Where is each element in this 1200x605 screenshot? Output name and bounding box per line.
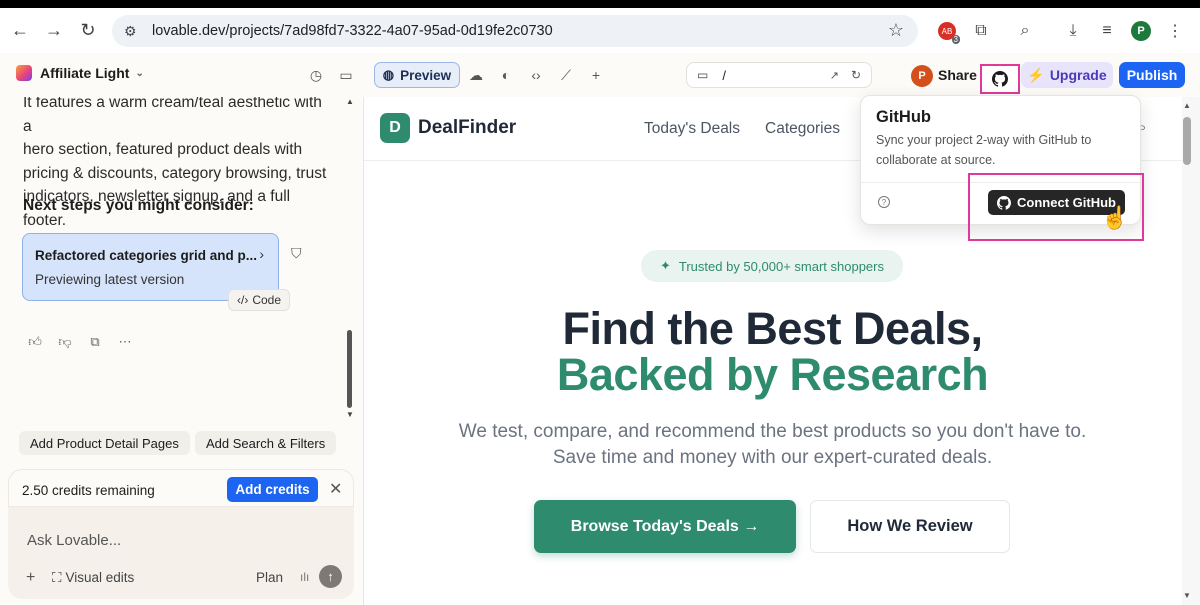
copy-icon[interactable]: ⧉: [87, 334, 103, 350]
bookmark-icon[interactable]: ⛉: [291, 245, 302, 262]
puzzle-extensions-icon[interactable]: ⧉: [964, 16, 998, 46]
suggestion-chip[interactable]: Add Search & Filters: [195, 431, 337, 455]
route-path: /: [722, 67, 726, 83]
preview-scrollbar-track[interactable]: [1182, 97, 1200, 605]
download-icon[interactable]: ⤓: [1056, 16, 1090, 46]
chevron-right-icon: ›: [259, 246, 264, 262]
how-we-review-button[interactable]: How We Review: [810, 500, 1010, 553]
message-actions: 👍︎ 👎︎ ⧉ ⋯: [27, 334, 133, 350]
chat-composer: 2.50 credits remaining Add credits ✕ Ask…: [8, 469, 354, 599]
address-bar[interactable]: ⚙ lovable.dev/projects/7ad98fd7-3322-4a0…: [112, 15, 918, 47]
top-black-strip: [0, 0, 1200, 8]
hand-cursor-icon: ☝: [1101, 205, 1129, 230]
add-credits-button[interactable]: Add credits: [227, 477, 318, 502]
code-icon[interactable]: ‹›: [526, 65, 546, 85]
thumbs-up-icon[interactable]: 👍︎: [27, 334, 43, 350]
scroll-up-arrow[interactable]: ▲: [346, 97, 354, 106]
thumbs-down-icon[interactable]: 👎︎: [57, 334, 73, 350]
url-text: lovable.dev/projects/7ad98fd7-3322-4a07-…: [152, 23, 553, 39]
globe-icon: ◍: [382, 67, 395, 82]
close-icon[interactable]: ✕: [329, 479, 342, 499]
extension-count: 3: [951, 35, 960, 44]
message-line: It features a warm cream/teal aesthetic …: [23, 97, 322, 135]
nav-link-todays-deals[interactable]: Today's Deals: [644, 120, 740, 138]
site-logo-icon[interactable]: D: [380, 113, 410, 143]
plan-button[interactable]: Plan: [256, 570, 283, 585]
collaborator-avatar[interactable]: P: [911, 65, 933, 87]
scroll-down-arrow[interactable]: ▼: [346, 410, 354, 419]
project-switcher[interactable]: Affiliate Light ⌄: [16, 65, 144, 81]
more-options-icon[interactable]: ⋯: [117, 334, 133, 350]
chat-scrollbar[interactable]: [347, 330, 352, 408]
scroll-down-arrow[interactable]: ▼: [1183, 591, 1191, 600]
open-external-icon[interactable]: ↗: [830, 69, 839, 82]
palette-icon[interactable]: ◐: [496, 65, 516, 85]
message-line: hero section, featured product deals wit…: [23, 141, 303, 158]
scroll-up-arrow[interactable]: ▲: [1183, 101, 1191, 110]
chat-input[interactable]: Ask Lovable...: [27, 532, 121, 549]
project-name: Affiliate Light: [40, 65, 130, 81]
forward-arrow-icon[interactable]: →: [37, 16, 71, 46]
github-icon: [997, 195, 1012, 210]
browser-menu-icon[interactable]: ⋮: [1158, 16, 1192, 46]
hero-subtitle: We test, compare, and recommend the best…: [458, 421, 1087, 468]
chevron-down-icon: ⌄: [135, 67, 144, 79]
code-button[interactable]: ‹/› Code: [228, 289, 291, 311]
credits-remaining: 2.50 credits remaining: [22, 483, 155, 498]
suggestion-chip[interactable]: Add Product Detail Pages: [19, 431, 190, 455]
profile-avatar[interactable]: P: [1124, 16, 1158, 46]
analytics-icon[interactable]: ⟋: [556, 65, 576, 85]
history-icon[interactable]: ◷: [306, 65, 326, 85]
credits-banner: 2.50 credits remaining Add credits ✕: [8, 469, 354, 507]
cloud-icon[interactable]: ☁: [466, 65, 486, 85]
cast-search-icon[interactable]: ⌕: [1008, 16, 1042, 46]
hero-title-line2: Backed by Research: [556, 349, 989, 400]
add-tab-icon[interactable]: +: [586, 65, 606, 85]
publish-button[interactable]: Publish: [1119, 62, 1185, 88]
hero-title-line1: Find the Best Deals,: [562, 303, 983, 354]
send-arrow-icon[interactable]: ↑: [319, 565, 342, 588]
sidebar-toggle-icon[interactable]: ▭: [336, 65, 356, 85]
trust-badge: ✦ Trusted by 50,000+ smart shoppers: [641, 250, 903, 282]
popover-title: GitHub: [876, 108, 931, 126]
reload-icon[interactable]: ↻: [71, 16, 105, 46]
lightning-icon: ⚡: [1027, 66, 1045, 83]
media-queue-icon[interactable]: ≡: [1090, 16, 1124, 46]
lovable-logo-icon: [16, 65, 32, 81]
visual-edits-icon: ⛶: [52, 570, 62, 585]
app-toolbar: Affiliate Light ⌄ ◷ ▭ ◍ Preview ☁ ◐ ‹› ⟋…: [0, 53, 1200, 97]
chat-history[interactable]: It features a warm cream/teal aesthetic …: [0, 97, 362, 422]
refresh-icon[interactable]: ↻: [851, 68, 861, 82]
chat-panel: It features a warm cream/teal aesthetic …: [0, 97, 362, 605]
github-icon: [992, 71, 1008, 87]
route-input[interactable]: ▭ / ↗ ↻: [686, 62, 872, 88]
extension-badge-icon[interactable]: AB 3: [930, 16, 964, 46]
github-button[interactable]: [980, 64, 1020, 94]
help-icon[interactable]: ?: [878, 196, 890, 208]
nav-link-categories[interactable]: Categories: [765, 120, 840, 138]
version-title: Refactored categories grid and p...: [35, 248, 258, 263]
preview-scrollbar[interactable]: [1183, 117, 1191, 165]
voice-icon[interactable]: ılı: [300, 570, 309, 584]
site-settings-icon[interactable]: ⚙: [124, 23, 142, 40]
browser-toolbar: ← → ↻ ⚙ lovable.dev/projects/7ad98fd7-33…: [0, 8, 1200, 53]
upgrade-button[interactable]: ⚡ Upgrade: [1021, 62, 1113, 88]
share-button[interactable]: Share: [935, 62, 980, 88]
preview-tab[interactable]: ◍ Preview: [374, 62, 460, 88]
browser-icon-group: AB 3 ⧉ ⌕ ⤓ ≡ P ⋮: [930, 16, 1192, 46]
code-icon: ‹/›: [237, 293, 249, 307]
popover-description: Sync your project 2-way with GitHub to c…: [876, 133, 1092, 167]
browse-deals-button[interactable]: Browse Today's Deals →: [534, 500, 796, 553]
attach-plus-icon[interactable]: +: [26, 569, 35, 587]
version-subtitle: Previewing latest version: [35, 272, 185, 287]
sparkle-icon: ✦: [659, 258, 671, 273]
visual-edits-button[interactable]: ⛶ Visual edits: [52, 570, 134, 586]
next-steps-heading: Next steps you might consider:: [23, 197, 254, 214]
device-icon[interactable]: ▭: [697, 68, 708, 82]
message-line: pricing & discounts, category browsing, …: [23, 164, 327, 182]
site-logo-name[interactable]: DealFinder: [418, 117, 516, 139]
back-arrow-icon[interactable]: ←: [3, 16, 37, 46]
bookmark-star-icon[interactable]: ☆: [888, 20, 904, 41]
